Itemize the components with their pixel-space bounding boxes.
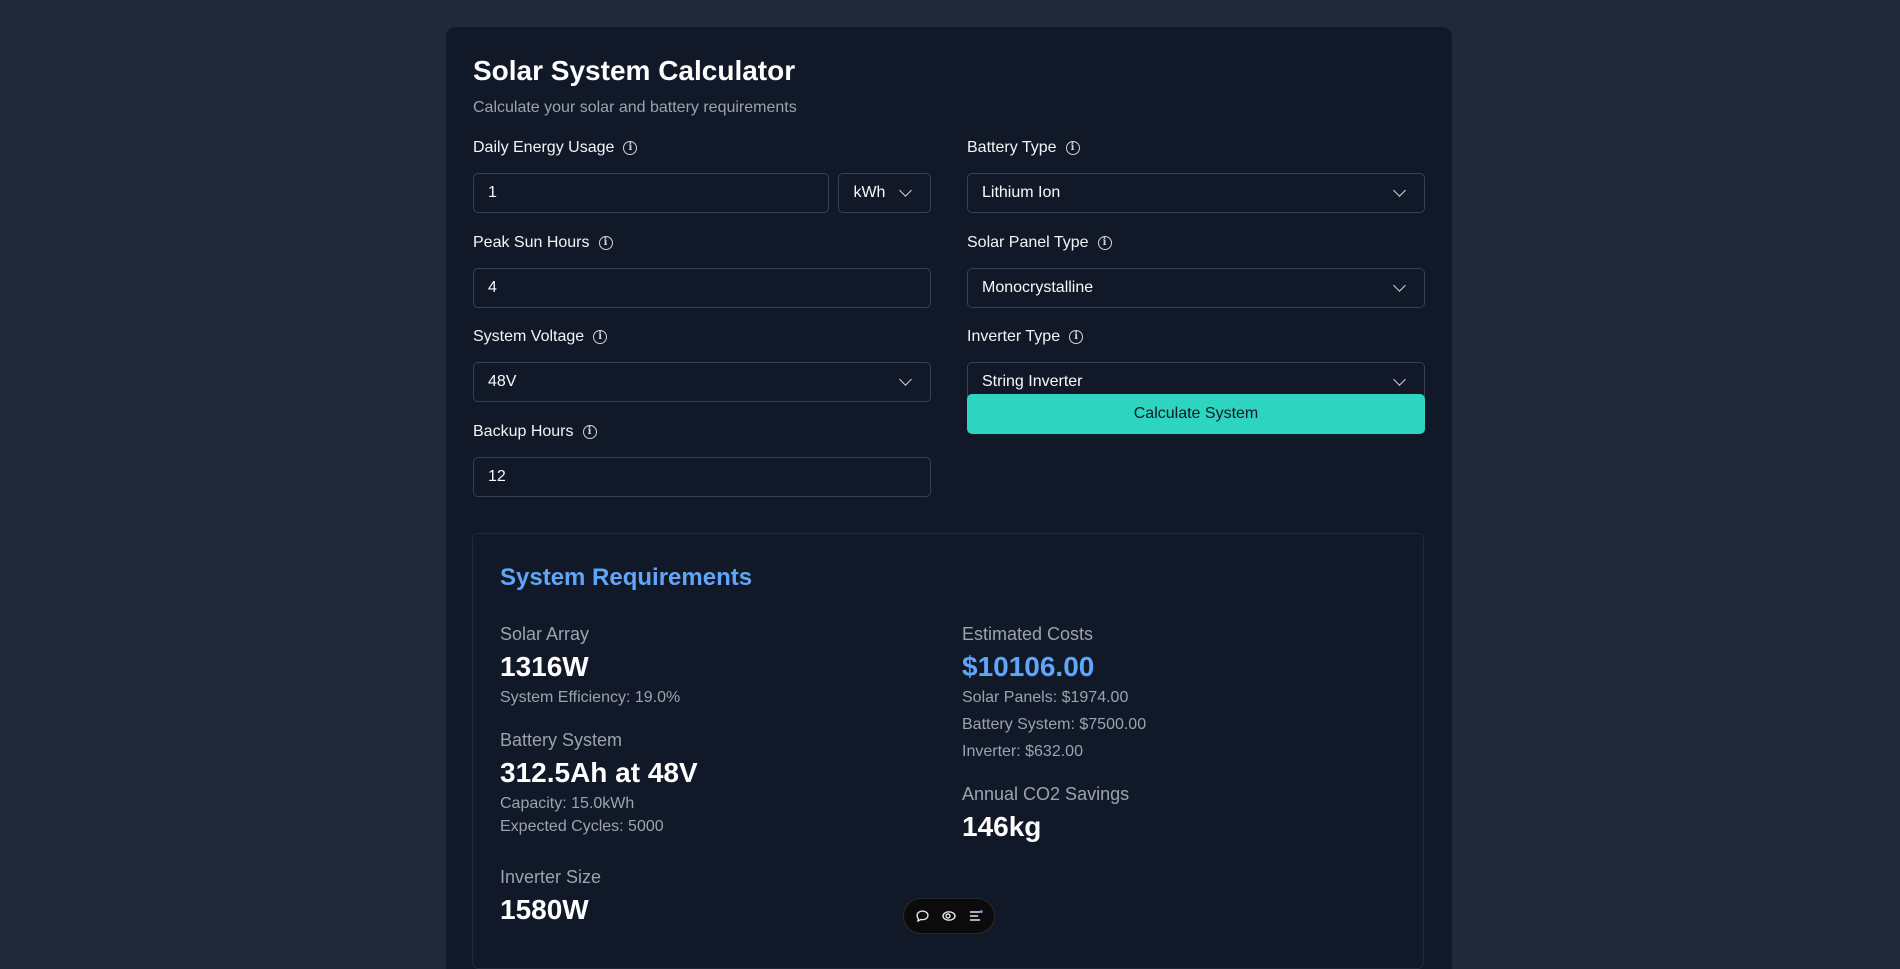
chat-icon[interactable]: [913, 907, 931, 925]
info-icon[interactable]: i: [1097, 236, 1112, 250]
chevron-down-icon: [1393, 373, 1406, 386]
inverter-size-block: Inverter Size 1580W: [500, 867, 940, 925]
panel-type-label: Solar Panel Type: [967, 234, 1089, 251]
eye-icon[interactable]: [940, 907, 958, 925]
battery-system-value: 312.5Ah at 48V: [500, 757, 698, 788]
chevron-down-icon: [899, 184, 912, 197]
estimated-costs-label: Estimated Costs: [962, 624, 1094, 644]
info-icon[interactable]: i: [623, 141, 638, 155]
estimated-costs-total: $10106.00: [962, 651, 1095, 682]
system-voltage-label: System Voltage: [473, 328, 585, 345]
info-icon[interactable]: i: [593, 330, 608, 344]
info-icon[interactable]: i: [582, 425, 597, 439]
panel-type-value: Monocrystalline: [982, 279, 1094, 296]
inverter-size-value: 1580W: [500, 894, 589, 925]
battery-system-block: Battery System 312.5Ah at 48V Capacity: …: [500, 730, 940, 837]
system-voltage-field: System Voltage i 48V: [473, 326, 931, 402]
battery-capacity-text: Capacity: 15.0kWh: [500, 795, 635, 812]
calculator-card: Solar System Calculator Calculate your s…: [446, 27, 1452, 969]
energy-unit-select[interactable]: kWh: [838, 173, 931, 213]
calculate-system-button[interactable]: Calculate System: [967, 394, 1425, 434]
co2-savings-block: Annual CO2 Savings 146kg: [962, 784, 1402, 842]
peak-sun-field: Peak Sun Hours i 4: [473, 232, 931, 308]
battery-type-value: Lithium Ion: [982, 184, 1061, 201]
estimated-costs-block: Estimated Costs $10106.00 Solar Panels: …: [962, 624, 1402, 762]
battery-cycles-text: Expected Cycles: 5000: [500, 818, 664, 835]
system-voltage-select[interactable]: 48V: [473, 362, 931, 402]
panel-type-field: Solar Panel Type i Monocrystalline: [967, 232, 1425, 308]
page-subtitle: Calculate your solar and battery require…: [473, 99, 797, 116]
co2-savings-value: 146kg: [962, 811, 1042, 842]
system-voltage-value: 48V: [488, 373, 517, 390]
battery-type-label: Battery Type: [967, 139, 1057, 156]
list-icon[interactable]: [967, 907, 985, 925]
inverter-type-field: Inverter Type i String Inverter: [967, 326, 1425, 402]
backup-hours-label: Backup Hours: [473, 423, 574, 440]
cost-solar-panels: Solar Panels: $1974.00: [962, 689, 1129, 706]
inverter-type-value: String Inverter: [982, 373, 1083, 390]
page-title: Solar System Calculator: [473, 55, 796, 86]
battery-type-field: Battery Type i Lithium Ion: [967, 137, 1425, 213]
energy-unit-value: kWh: [853, 184, 886, 201]
inverter-type-label: Inverter Type: [967, 328, 1061, 345]
results-right-column: Estimated Costs $10106.00 Solar Panels: …: [962, 624, 1402, 864]
info-icon[interactable]: i: [1065, 141, 1080, 155]
panel-type-select[interactable]: Monocrystalline: [967, 268, 1425, 308]
results-title: System Requirements: [500, 564, 753, 591]
floating-toolbar: [903, 898, 995, 934]
cost-inverter: Inverter: $632.00: [962, 743, 1083, 760]
inverter-size-label: Inverter Size: [500, 867, 602, 887]
solar-array-block: Solar Array 1316W System Efficiency: 19.…: [500, 624, 940, 708]
daily-energy-label: Daily Energy Usage: [473, 139, 615, 156]
info-icon[interactable]: i: [598, 236, 613, 250]
cost-battery-system: Battery System: $7500.00: [962, 716, 1147, 733]
calculator-form: Daily Energy Usage i 1 kWh Peak Sun Hour…: [473, 137, 1425, 542]
backup-hours-input[interactable]: 12: [473, 457, 931, 497]
solar-array-value: 1316W: [500, 651, 589, 682]
co2-savings-label: Annual CO2 Savings: [962, 784, 1130, 804]
backup-hours-field: Backup Hours i 12: [473, 421, 931, 497]
daily-energy-field: Daily Energy Usage i 1 kWh: [473, 137, 931, 213]
peak-sun-label: Peak Sun Hours: [473, 234, 590, 251]
chevron-down-icon: [1393, 279, 1406, 292]
chevron-down-icon: [899, 373, 912, 386]
chevron-down-icon: [1393, 184, 1406, 197]
system-efficiency-text: System Efficiency: 19.0%: [500, 689, 681, 706]
peak-sun-input[interactable]: 4: [473, 268, 931, 308]
daily-energy-input[interactable]: 1: [473, 173, 830, 213]
solar-array-label: Solar Array: [500, 624, 590, 644]
info-icon[interactable]: i: [1069, 330, 1084, 344]
battery-system-label: Battery System: [500, 730, 623, 750]
battery-type-select[interactable]: Lithium Ion: [967, 173, 1425, 213]
results-left-column: Solar Array 1316W System Efficiency: 19.…: [500, 624, 940, 947]
